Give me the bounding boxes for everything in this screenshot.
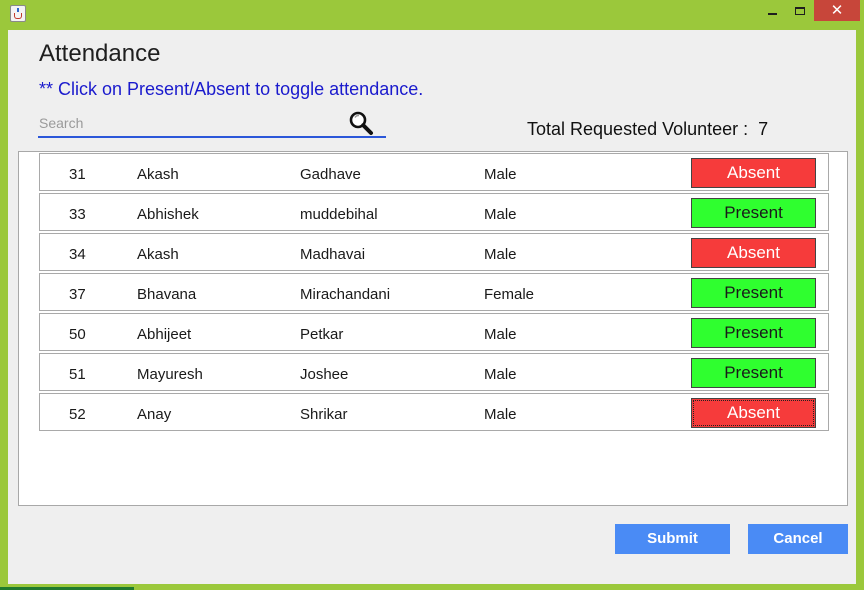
volunteer-last-name: Gadhave bbox=[300, 166, 361, 183]
volunteer-last-name: Madhavai bbox=[300, 246, 366, 263]
volunteer-id: 37 bbox=[69, 286, 86, 303]
present-toggle-button[interactable]: Present bbox=[691, 358, 816, 388]
absent-toggle-button[interactable]: Absent bbox=[691, 158, 816, 188]
instruction-text: ** Click on Present/Absent to toggle att… bbox=[39, 79, 424, 99]
java-cup-icon bbox=[10, 5, 26, 22]
volunteer-last-name: Joshee bbox=[300, 366, 349, 383]
table-row: 50 Abhijeet Petkar Male Present bbox=[39, 313, 829, 351]
volunteer-gender: Male bbox=[484, 326, 517, 343]
volunteer-last-name: Mirachandani bbox=[300, 286, 391, 303]
page-title: Attendance bbox=[39, 40, 161, 67]
volunteer-gender: Male bbox=[484, 166, 517, 183]
volunteer-gender: Male bbox=[484, 246, 517, 263]
volunteer-first-name: Mayuresh bbox=[137, 366, 203, 383]
window-titlebar: ✕ bbox=[0, 0, 864, 30]
volunteer-rows: 31 Akash Gadhave Male Absent 33 Abhishek muddeb… bbox=[39, 153, 829, 433]
volunteer-last-name: Petkar bbox=[300, 326, 344, 343]
volunteer-first-name: Abhijeet bbox=[137, 326, 192, 343]
close-icon: ✕ bbox=[830, 1, 844, 19]
minimize-icon bbox=[767, 12, 777, 15]
present-toggle-button[interactable]: Present bbox=[691, 318, 816, 348]
table-row: 37 Bhavana Mirachandani Female Present bbox=[39, 273, 829, 311]
table-row: 31 Akash Gadhave Male Absent bbox=[39, 153, 829, 191]
maximize-icon bbox=[795, 6, 805, 15]
submit-button[interactable]: Submit bbox=[615, 524, 730, 554]
volunteer-last-name: Shrikar bbox=[300, 406, 348, 423]
present-toggle-button[interactable]: Present bbox=[691, 198, 816, 228]
table-row: 33 Abhishek muddebihal Male Present bbox=[39, 193, 829, 231]
volunteer-first-name: Abhishek bbox=[137, 206, 199, 223]
absent-toggle-button[interactable]: Absent bbox=[691, 398, 816, 428]
volunteer-first-name: Akash bbox=[137, 246, 179, 263]
volunteer-id: 51 bbox=[69, 366, 86, 383]
maximize-button[interactable] bbox=[787, 0, 813, 21]
table-row: 34 Akash Madhavai Male Absent bbox=[39, 233, 829, 271]
volunteer-id: 33 bbox=[69, 206, 86, 223]
minimize-button[interactable] bbox=[759, 0, 785, 21]
volunteer-last-name: muddebihal bbox=[300, 206, 378, 223]
table-row: 52 Anay Shrikar Male Absent bbox=[39, 393, 829, 431]
table-row: 51 Mayuresh Joshee Male Present bbox=[39, 353, 829, 391]
cancel-button[interactable]: Cancel bbox=[748, 524, 848, 554]
present-toggle-button[interactable]: Present bbox=[691, 278, 816, 308]
window-bottom-edge bbox=[0, 584, 864, 590]
search-box bbox=[38, 110, 386, 138]
volunteer-first-name: Anay bbox=[137, 406, 172, 423]
search-input[interactable] bbox=[39, 113, 339, 133]
volunteer-gender: Male bbox=[484, 206, 517, 223]
volunteer-id: 31 bbox=[69, 166, 86, 183]
search-icon[interactable] bbox=[348, 110, 374, 136]
close-button[interactable]: ✕ bbox=[814, 0, 860, 21]
volunteer-gender: Male bbox=[484, 406, 517, 423]
volunteer-first-name: Bhavana bbox=[137, 286, 197, 303]
absent-toggle-button[interactable]: Absent bbox=[691, 238, 816, 268]
volunteer-id: 50 bbox=[69, 326, 86, 343]
volunteer-gender: Female bbox=[484, 286, 535, 303]
total-volunteer-count: Total Requested Volunteer : 7 bbox=[527, 119, 769, 139]
volunteer-gender: Male bbox=[484, 366, 517, 383]
volunteer-table[interactable]: 31 Akash Gadhave Male Absent 33 Abhishek muddeb… bbox=[18, 151, 848, 506]
volunteer-id: 34 bbox=[69, 246, 86, 263]
attendance-panel: Attendance ** Click on Present/Absent to… bbox=[8, 30, 856, 584]
volunteer-first-name: Akash bbox=[137, 166, 179, 183]
volunteer-id: 52 bbox=[69, 406, 86, 423]
